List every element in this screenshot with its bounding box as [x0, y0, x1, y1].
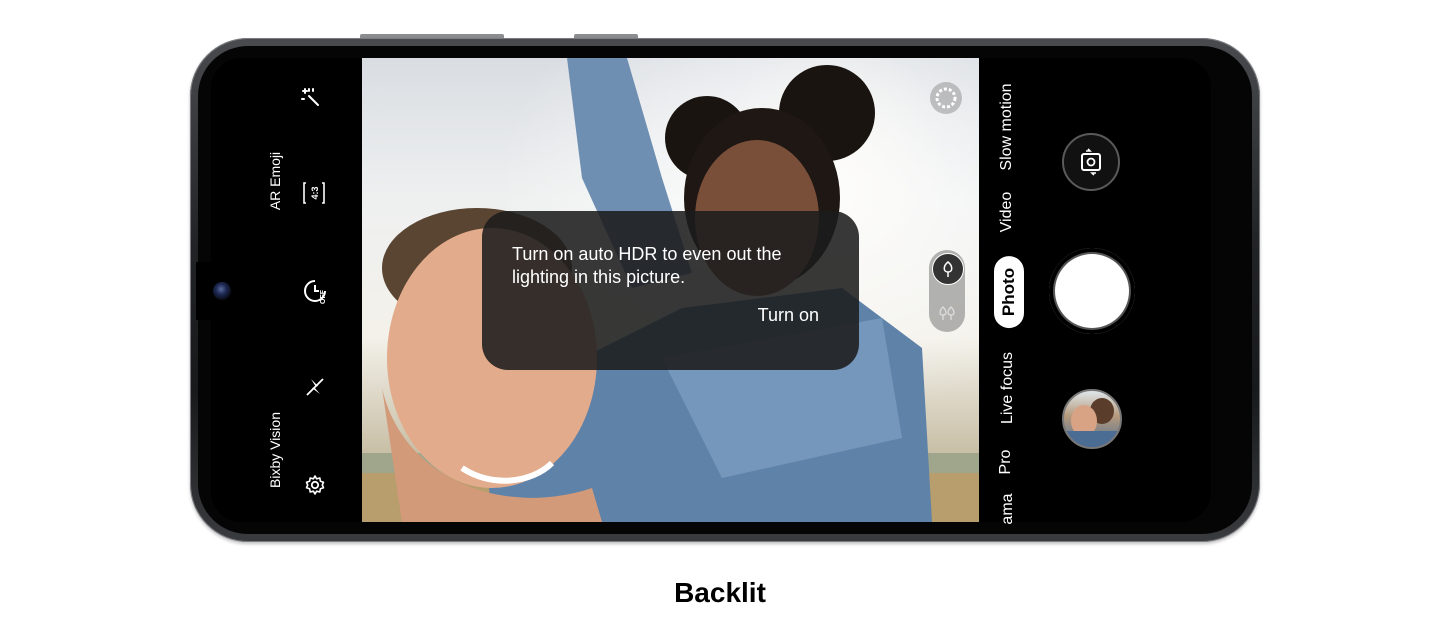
- flash-off-icon[interactable]: [304, 376, 326, 398]
- settings-gear-icon[interactable]: [304, 474, 326, 496]
- auto-hdr-prompt: Turn on auto HDR to even out the lightin…: [482, 211, 859, 370]
- svg-text:4:3: 4:3: [310, 186, 320, 199]
- auto-hdr-message: Turn on auto HDR to even out the lightin…: [512, 244, 782, 287]
- camera-settings-bar: AR Emoji 4:3 OFF Bixby Vision: [211, 58, 361, 522]
- caption-title: Backlit: [674, 577, 766, 608]
- shutter-button[interactable]: [1049, 248, 1135, 334]
- scene-optimizer-toggle[interactable]: [929, 250, 965, 332]
- mode-pro[interactable]: Pro: [997, 450, 1015, 475]
- switch-camera-icon: [1077, 148, 1105, 176]
- mode-panorama[interactable]: ama: [999, 493, 1017, 524]
- mode-video[interactable]: Video: [998, 192, 1016, 233]
- aspect-ratio-icon[interactable]: 4:3: [302, 181, 326, 205]
- forest-icon: [932, 298, 962, 328]
- magic-wand-icon[interactable]: [300, 87, 322, 109]
- svg-text:OFF: OFF: [320, 289, 327, 304]
- mode-photo[interactable]: Photo: [994, 255, 1024, 329]
- turn-on-hdr-button[interactable]: Turn on: [758, 305, 819, 326]
- timer-off-icon[interactable]: OFF: [302, 278, 328, 304]
- tree-icon: [932, 253, 964, 285]
- ar-emoji-button[interactable]: AR Emoji: [267, 152, 283, 210]
- gallery-thumbnail[interactable]: [1062, 389, 1122, 449]
- mode-slow-motion[interactable]: Slow motion: [998, 83, 1016, 170]
- mode-live-focus[interactable]: Live focus: [999, 352, 1017, 424]
- bixby-vision-button[interactable]: Bixby Vision: [267, 412, 283, 488]
- motion-photo-icon[interactable]: [928, 80, 964, 116]
- switch-camera-button[interactable]: [1062, 133, 1120, 191]
